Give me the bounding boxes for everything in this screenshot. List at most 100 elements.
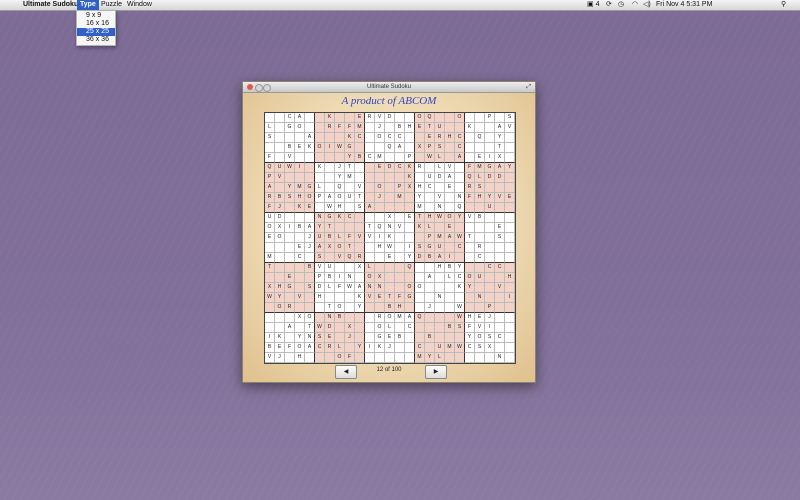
- sudoku-cell[interactable]: Y: [425, 353, 435, 363]
- sudoku-cell[interactable]: [475, 233, 485, 243]
- sudoku-cell[interactable]: J: [375, 193, 385, 203]
- sudoku-cell[interactable]: [415, 263, 425, 273]
- sudoku-cell[interactable]: [315, 153, 325, 163]
- sudoku-cell[interactable]: [465, 243, 475, 253]
- sudoku-cell[interactable]: Y: [415, 193, 425, 203]
- sudoku-cell[interactable]: [425, 263, 435, 273]
- sudoku-cell[interactable]: [375, 303, 385, 313]
- sudoku-cell[interactable]: K: [455, 283, 465, 293]
- sudoku-cell[interactable]: O: [295, 123, 305, 133]
- sudoku-cell[interactable]: [305, 293, 315, 303]
- sudoku-cell[interactable]: S: [285, 193, 295, 203]
- sudoku-cell[interactable]: J: [485, 313, 495, 323]
- sudoku-cell[interactable]: [385, 353, 395, 363]
- sudoku-cell[interactable]: M: [435, 233, 445, 243]
- sudoku-cell[interactable]: X: [325, 243, 335, 253]
- sudoku-cell[interactable]: [435, 333, 445, 343]
- sudoku-cell[interactable]: P: [395, 183, 405, 193]
- sudoku-cell[interactable]: [405, 143, 415, 153]
- menu-clock[interactable]: Fri Nov 4 5:31 PM: [656, 0, 712, 10]
- sudoku-cell[interactable]: [485, 123, 495, 133]
- sudoku-cell[interactable]: [505, 343, 515, 353]
- sudoku-cell[interactable]: O: [265, 223, 275, 233]
- sudoku-cell[interactable]: S: [475, 183, 485, 193]
- sudoku-cell[interactable]: B: [325, 273, 335, 283]
- sudoku-cell[interactable]: [305, 123, 315, 133]
- sudoku-cell[interactable]: [485, 253, 495, 263]
- sudoku-cell[interactable]: V: [475, 323, 485, 333]
- sudoku-cell[interactable]: [395, 253, 405, 263]
- sudoku-cell[interactable]: V: [365, 293, 375, 303]
- sudoku-cell[interactable]: [305, 173, 315, 183]
- sudoku-cell[interactable]: N: [435, 293, 445, 303]
- sudoku-cell[interactable]: [265, 273, 275, 283]
- sudoku-cell[interactable]: O: [385, 313, 395, 323]
- sudoku-cell[interactable]: G: [425, 243, 435, 253]
- sudoku-cell[interactable]: H: [295, 353, 305, 363]
- sudoku-cell[interactable]: V: [335, 253, 345, 263]
- sudoku-cell[interactable]: [345, 203, 355, 213]
- sudoku-cell[interactable]: [395, 263, 405, 273]
- sudoku-cell[interactable]: [405, 223, 415, 233]
- sudoku-cell[interactable]: R: [465, 183, 475, 193]
- close-icon[interactable]: [247, 84, 253, 90]
- sudoku-cell[interactable]: Y: [485, 193, 495, 203]
- sudoku-cell[interactable]: W: [455, 343, 465, 353]
- sudoku-cell[interactable]: A: [445, 233, 455, 243]
- sudoku-cell[interactable]: [305, 273, 315, 283]
- sudoku-cell[interactable]: T: [465, 233, 475, 243]
- sudoku-cell[interactable]: [325, 173, 335, 183]
- sudoku-cell[interactable]: [445, 143, 455, 153]
- sudoku-cell[interactable]: [465, 143, 475, 153]
- sudoku-cell[interactable]: H: [395, 303, 405, 313]
- sudoku-cell[interactable]: K: [375, 343, 385, 353]
- sudoku-cell[interactable]: B: [305, 263, 315, 273]
- menu-window[interactable]: Window: [124, 0, 155, 10]
- sudoku-cell[interactable]: [345, 313, 355, 323]
- sudoku-cell[interactable]: A: [425, 273, 435, 283]
- sudoku-cell[interactable]: [485, 133, 495, 143]
- sudoku-cell[interactable]: [495, 253, 505, 263]
- sudoku-cell[interactable]: M: [355, 123, 365, 133]
- prev-puzzle-button[interactable]: ◀: [335, 365, 357, 379]
- sudoku-cell[interactable]: E: [385, 253, 395, 263]
- sudoku-cell[interactable]: A: [455, 153, 465, 163]
- sudoku-cell[interactable]: [295, 173, 305, 183]
- sudoku-cell[interactable]: C: [355, 133, 365, 143]
- sudoku-cell[interactable]: [395, 273, 405, 283]
- sudoku-cell[interactable]: [285, 353, 295, 363]
- sudoku-cell[interactable]: G: [485, 163, 495, 173]
- next-puzzle-button[interactable]: ▶: [425, 365, 447, 379]
- sudoku-cell[interactable]: C: [485, 263, 495, 273]
- sudoku-cell[interactable]: C: [455, 133, 465, 143]
- sudoku-cell[interactable]: L: [315, 183, 325, 193]
- sudoku-cell[interactable]: I: [285, 223, 295, 233]
- sudoku-cell[interactable]: [465, 113, 475, 123]
- sudoku-cell[interactable]: [425, 163, 435, 173]
- sudoku-cell[interactable]: S: [415, 243, 425, 253]
- sudoku-cell[interactable]: [275, 313, 285, 323]
- sudoku-cell[interactable]: O: [305, 313, 315, 323]
- sudoku-cell[interactable]: F: [265, 153, 275, 163]
- sudoku-cell[interactable]: Q: [475, 133, 485, 143]
- sudoku-cell[interactable]: [345, 223, 355, 233]
- sudoku-cell[interactable]: [505, 143, 515, 153]
- sudoku-cell[interactable]: [365, 353, 375, 363]
- sudoku-cell[interactable]: [445, 113, 455, 123]
- sudoku-cell[interactable]: [485, 143, 495, 153]
- sudoku-cell[interactable]: [335, 113, 345, 123]
- sudoku-cell[interactable]: A: [405, 313, 415, 323]
- sudoku-cell[interactable]: C: [495, 333, 505, 343]
- sudoku-cell[interactable]: [285, 313, 295, 323]
- sudoku-cell[interactable]: [395, 213, 405, 223]
- sudoku-cell[interactable]: W: [265, 293, 275, 303]
- sudoku-cell[interactable]: H: [315, 293, 325, 303]
- sudoku-cell[interactable]: C: [495, 263, 505, 273]
- sudoku-cell[interactable]: Y: [315, 223, 325, 233]
- sudoku-cell[interactable]: F: [345, 233, 355, 243]
- sudoku-cell[interactable]: [405, 113, 415, 123]
- sudoku-cell[interactable]: [265, 243, 275, 253]
- sudoku-cell[interactable]: U: [485, 203, 495, 213]
- sudoku-cell[interactable]: [335, 263, 345, 273]
- sudoku-cell[interactable]: J: [275, 353, 285, 363]
